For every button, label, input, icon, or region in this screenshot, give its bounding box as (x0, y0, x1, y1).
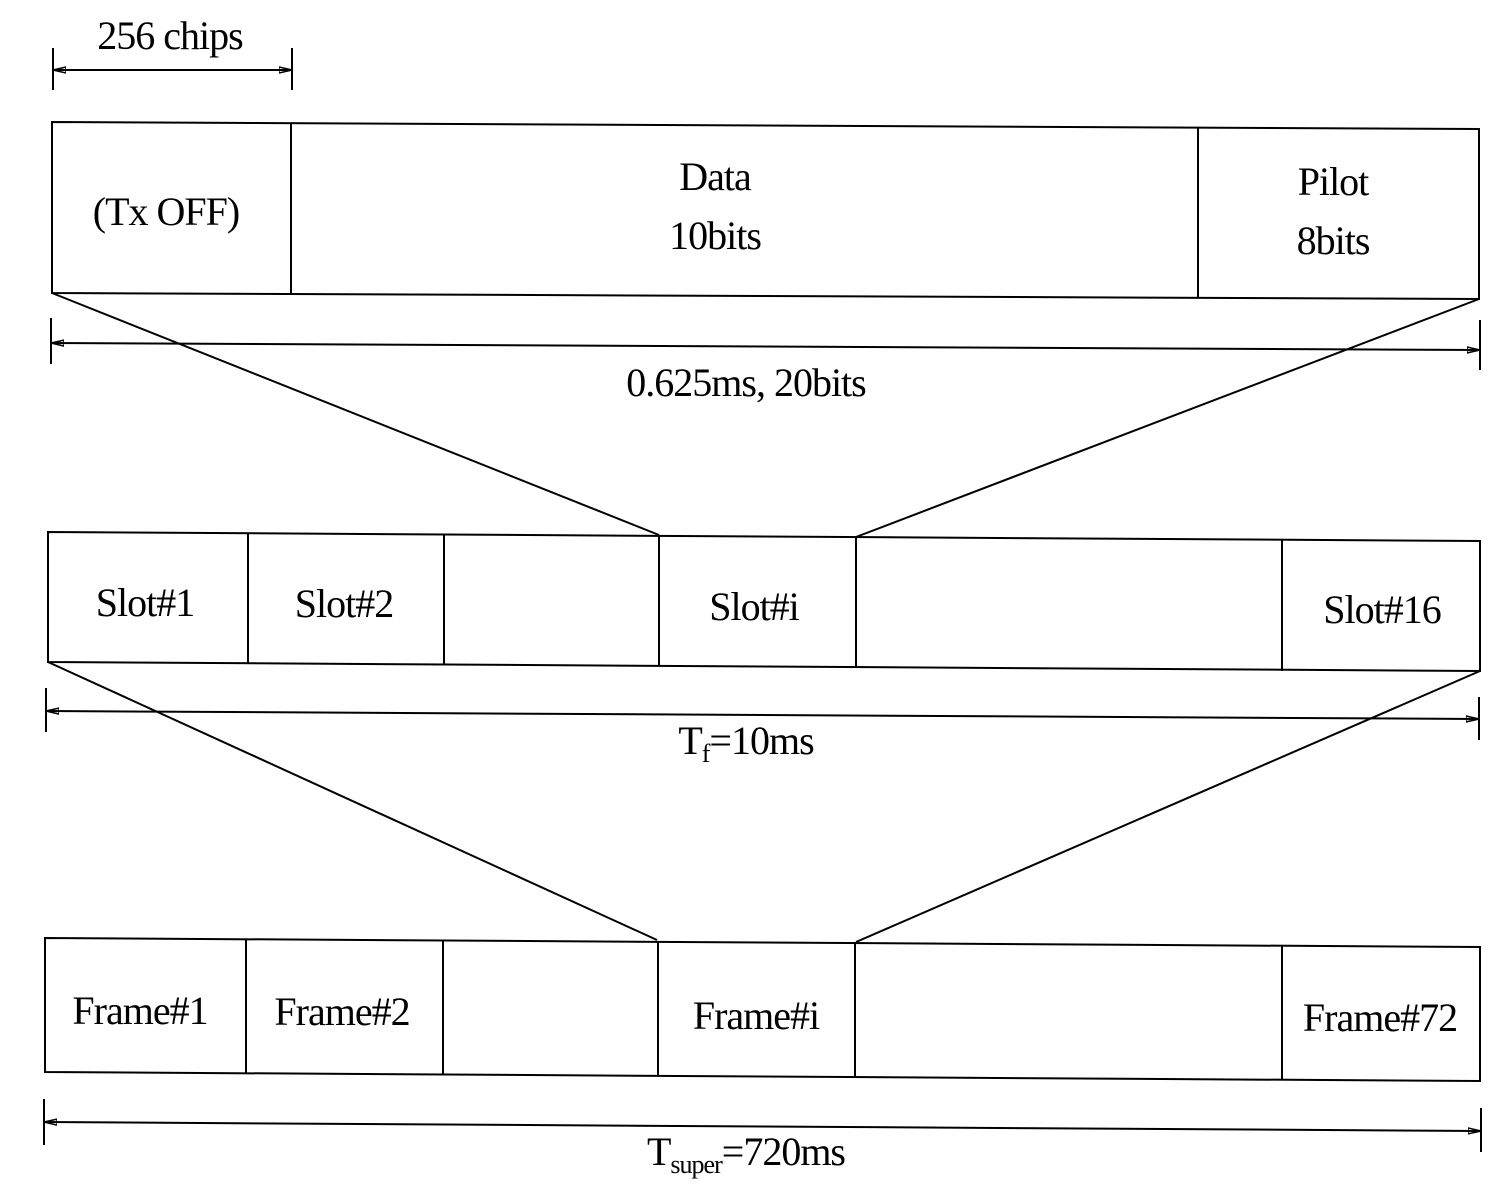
expand-line-left-1 (51, 292, 660, 536)
frame-cell-72: Frame#72 (1302, 995, 1458, 1040)
expand-line-right-2 (855, 670, 1481, 943)
frame-cell-2: Frame#2 (274, 989, 410, 1034)
tf-value: =10ms (709, 718, 814, 763)
tsuper-symbol: T (646, 1129, 671, 1174)
slot-cell-1: Slot#1 (95, 580, 195, 625)
frame-cell-i: Frame#i (692, 993, 820, 1038)
frame-cell-1: Frame#1 (72, 988, 208, 1033)
field-txoff-label: (Tx OFF) (92, 189, 240, 234)
tsuper-value: =720ms (721, 1129, 846, 1174)
slot-cell-16: Slot#16 (1323, 587, 1441, 632)
superframe-duration-label: Tsuper=720ms (646, 1129, 846, 1179)
slot-cell-2: Slot#2 (294, 581, 394, 626)
slot-duration-label: 0.625ms, 20bits (626, 360, 866, 405)
tf-symbol: T (678, 718, 702, 763)
field-data-label: Data (679, 154, 752, 199)
expand-line-left-2 (47, 661, 658, 941)
chips-label: 256 chips (97, 13, 243, 58)
tf-subscript: f (701, 739, 711, 768)
slot-box (51, 120, 1480, 301)
field-pilot-label: Pilot (1297, 159, 1370, 204)
field-data-bits: 10bits (669, 213, 762, 258)
field-pilot-bits: 8bits (1296, 218, 1371, 263)
expand-line-right-1 (855, 298, 1480, 538)
slot-cell-i: Slot#i (709, 584, 800, 629)
tsuper-subscript: super (670, 1150, 722, 1179)
frame-duration-label: Tf=10ms (678, 718, 814, 768)
